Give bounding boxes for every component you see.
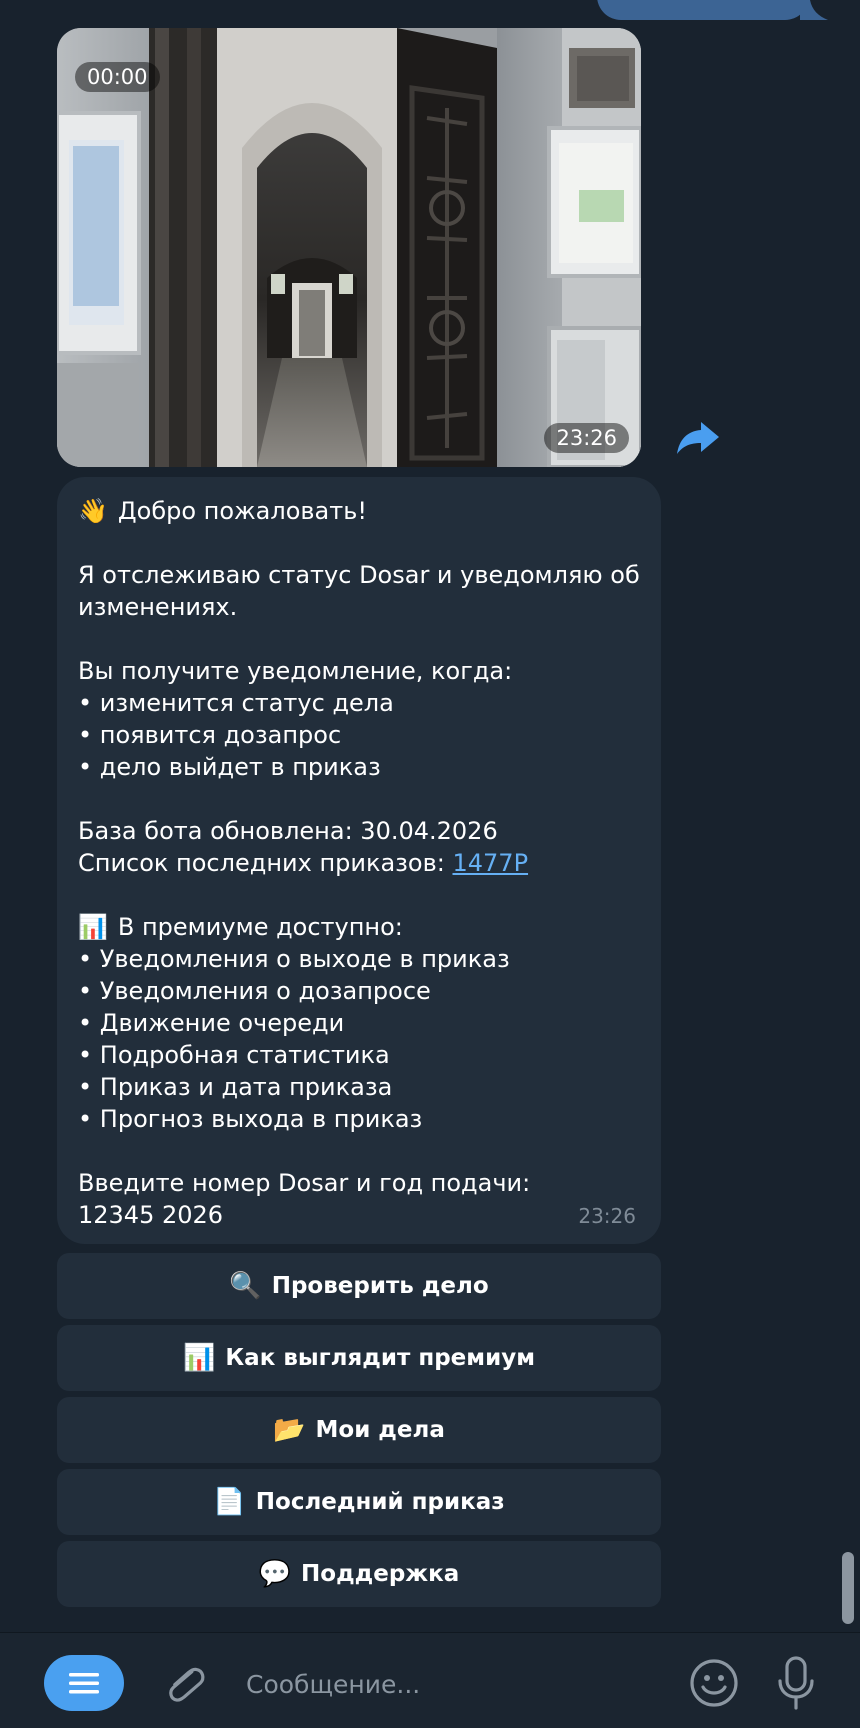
keyboard-button-label: Мои дела: [315, 1417, 445, 1443]
previous-outgoing-message[interactable]: [597, 0, 809, 20]
message-line-text: Список последних приказов:: [78, 849, 453, 877]
wave-icon: 👋: [78, 497, 108, 525]
message-line: 12345 2026: [78, 1199, 648, 1231]
message-line-text: • изменится статус дела: [78, 689, 394, 717]
message-line-text: • Уведомления о дозапросе: [78, 977, 431, 1005]
message-line-text: • появится дозапрос: [78, 721, 342, 749]
message-line-text: • Приказ и дата приказа: [78, 1073, 393, 1101]
keyboard-button-label: Поддержка: [301, 1561, 460, 1587]
message-line-text: Введите номер Dosar и год подачи:: [78, 1169, 531, 1197]
message-text: 👋 Добро пожаловать! Я отслеживаю статус Do…: [78, 495, 648, 1231]
menu-icon: [69, 1673, 99, 1694]
chart-icon: 📊: [78, 913, 108, 941]
message-line: База бота обновлена: 30.04.2026: [78, 815, 648, 847]
message-line-text: • Подробная статистика: [78, 1041, 390, 1069]
magnifier-icon: 🔍: [229, 1271, 262, 1301]
keyboard-button-label: Как выглядит премиум: [225, 1345, 535, 1371]
video-thumbnail: [57, 28, 641, 467]
scrollbar-thumb[interactable]: [842, 1552, 854, 1624]
microphone-icon[interactable]: [776, 1655, 816, 1711]
message-line: • появится дозапрос: [78, 719, 648, 751]
message-line-text: Добро пожаловать!: [117, 497, 367, 525]
message-tail: [800, 0, 828, 20]
emoji-icon[interactable]: [688, 1657, 740, 1709]
message-line-text: • Движение очереди: [78, 1009, 345, 1037]
message-line: • Подробная статистика: [78, 1039, 648, 1071]
message-line-text: изменениях.: [78, 593, 238, 621]
message-line: • Уведомления о дозапросе: [78, 975, 648, 1007]
chat-screen: 00:00 23:26 👋 Добро пожаловать! Я отслежив…: [0, 0, 860, 1728]
keyboard-button[interactable]: 💬 Поддержка: [57, 1541, 661, 1607]
folder-icon: 📂: [273, 1415, 306, 1445]
message-line: 👋 Добро пожаловать!: [78, 495, 648, 527]
keyboard-button-label: Проверить дело: [271, 1273, 489, 1299]
composer-bar: [0, 1632, 860, 1728]
video-timestamp: 23:26: [544, 423, 629, 453]
message-line-text: • Прогноз выхода в приказ: [78, 1105, 423, 1133]
message-line: Список последних приказов: 1477P: [78, 847, 648, 879]
keyboard-button[interactable]: 📊 Как выглядит премиум: [57, 1325, 661, 1391]
keyboard-button[interactable]: 🔍 Проверить дело: [57, 1253, 661, 1319]
message-line-text: Вы получите уведомление, когда:: [78, 657, 513, 685]
message-line: • Приказ и дата приказа: [78, 1071, 648, 1103]
message-line: Вы получите уведомление, когда:: [78, 655, 648, 687]
message-line: изменениях.: [78, 591, 648, 623]
message-line: • Уведомления о выходе в приказ: [78, 943, 648, 975]
keyboard-button[interactable]: 📄 Последний приказ: [57, 1469, 661, 1535]
keyboard-button-label: Последний приказ: [255, 1489, 505, 1515]
message-line-text: • дело выйдет в приказ: [78, 753, 381, 781]
message-input[interactable]: [244, 1661, 648, 1707]
message-line-text: В премиуме доступно:: [117, 913, 403, 941]
message-line-text: База бота обновлена: 30.04.2026: [78, 817, 498, 845]
message-line: Введите номер Dosar и год подачи:: [78, 1167, 648, 1199]
message-line: • дело выйдет в приказ: [78, 751, 648, 783]
message-timestamp: 23:26: [578, 1204, 636, 1228]
speech-bubble-icon: 💬: [258, 1559, 292, 1589]
message-line: • Прогноз выхода в приказ: [78, 1103, 648, 1135]
bot-welcome-message: 👋 Добро пожаловать! Я отслеживаю статус Do…: [57, 477, 661, 1244]
message-line: • Движение очереди: [78, 1007, 648, 1039]
video-duration: 00:00: [75, 62, 160, 92]
keyboard-button[interactable]: 📂 Мои дела: [57, 1397, 661, 1463]
message-line-text: • Уведомления о выходе в приказ: [78, 945, 510, 973]
paperclip-icon[interactable]: [160, 1659, 210, 1709]
message-line: Я отслеживаю статус Dosar и уведомляю об: [78, 559, 648, 591]
message-line: 📊 В премиуме доступно:: [78, 911, 648, 943]
forward-icon[interactable]: [675, 420, 721, 456]
message-line-text: 12345 2026: [78, 1201, 224, 1229]
orders-link[interactable]: 1477P: [452, 849, 528, 877]
chart-icon: 📊: [183, 1343, 216, 1373]
message-line-text: Я отслеживаю статус Dosar и уведомляю об: [78, 561, 640, 589]
message-line: • изменится статус дела: [78, 687, 648, 719]
bot-menu-button[interactable]: [44, 1655, 124, 1711]
video-message[interactable]: 00:00 23:26: [57, 28, 641, 467]
document-icon: 📄: [213, 1487, 246, 1517]
